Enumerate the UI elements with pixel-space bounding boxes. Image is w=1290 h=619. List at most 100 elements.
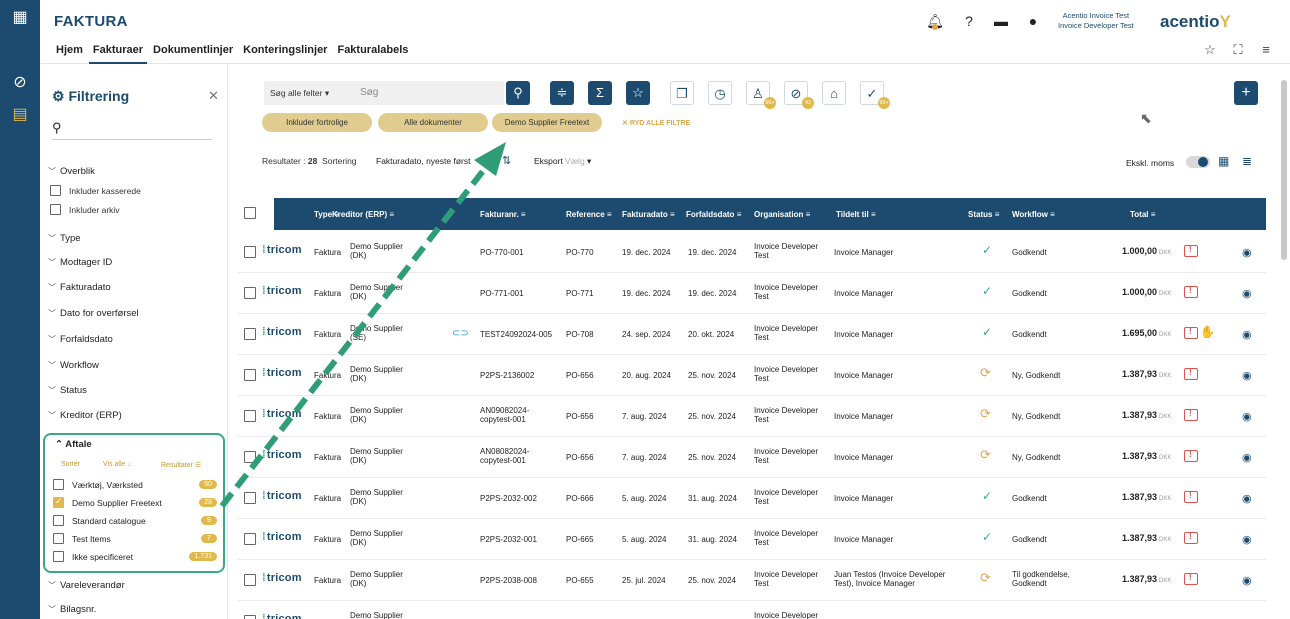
chat-icon[interactable]: ▬ [992,12,1010,30]
table-row[interactable]: ⁞tricom Faktura Demo Supplier (DK) AN0808202… [238,437,1266,478]
checkbox[interactable] [53,533,64,544]
aftale-option[interactable]: Værktøj, Værksted 50 [53,479,217,490]
comment-icon[interactable] [1184,532,1198,544]
checkbox[interactable] [50,185,61,196]
alarm-button[interactable]: ◷ [708,81,732,105]
column-header[interactable]: Tildelt til ≡ [836,210,876,219]
apps-grid-icon[interactable]: ▦ [10,8,30,28]
bank-button[interactable]: ⌂ [822,81,846,105]
comment-icon[interactable] [1184,368,1198,380]
filter-button[interactable]: ≑ [550,81,574,105]
view-eye-icon[interactable]: ◉ [1242,533,1252,546]
row-checkbox[interactable] [244,328,256,340]
aftale-option[interactable]: Demo Supplier Freetext 28 [53,496,217,508]
table-row[interactable]: ⁞tricom Faktura Demo Supplier (DK) P2PS-2038… [238,560,1266,601]
help-icon[interactable]: ? [960,12,978,30]
comment-icon[interactable] [1184,327,1198,339]
filter-section-after-0[interactable]: ﹀ Vareleverandør [48,580,125,591]
checkbox[interactable] [53,479,64,490]
cell-fakturanr[interactable]: P2PS-2136002 [480,371,534,380]
column-header[interactable]: Kreditor (ERP) ≡ [332,210,394,219]
checkbox[interactable] [53,551,64,562]
row-checkbox[interactable] [244,533,256,545]
nav-item-3[interactable]: Konteringslinjer [239,44,331,64]
view-eye-icon[interactable]: ◉ [1242,246,1252,259]
comment-icon[interactable] [1184,409,1198,421]
cell-fakturanr[interactable]: P2PS-2032-002 [480,494,537,503]
nav-item-4[interactable]: Fakturalabels [333,44,412,64]
chip-include-confidential[interactable]: Inkluder fortrolige [262,113,372,132]
row-checkbox[interactable] [244,246,256,258]
column-header[interactable]: Organisation ≡ [754,210,810,219]
hand-icon[interactable]: ✋ [1200,325,1215,339]
fullscreen-icon[interactable]: ⛶ [1230,42,1246,58]
show-all-button[interactable]: Vis alle ↓ [103,461,131,468]
nav-item-1[interactable]: Fakturaer [88,44,148,64]
checkbox[interactable] [53,496,64,508]
sum-button[interactable]: Σ [588,81,612,105]
row-checkbox[interactable] [244,492,256,504]
comment-icon[interactable] [1184,450,1198,462]
cell-fakturanr[interactable]: PO-771-001 [480,289,524,298]
row-checkbox[interactable] [244,451,256,463]
column-menu-icon[interactable]: ≡ [806,210,811,219]
cell-fakturanr[interactable]: PO-770-001 [480,248,524,257]
view-eye-icon[interactable]: ◉ [1242,451,1252,464]
row-checkbox[interactable] [244,574,256,586]
sort-order-icon[interactable]: ⇅ [502,154,511,167]
column-menu-icon[interactable]: ≡ [607,210,612,219]
search-scope-select[interactable]: Søg alle felter ▾ [270,88,329,99]
add-button[interactable]: + [1234,81,1258,105]
results-sort-button[interactable]: Resultater ☰ [161,461,201,469]
block-button[interactable]: ⊘ 42 [784,81,814,109]
overblik-option[interactable]: Inkluder arkiv [50,204,120,215]
sort-button[interactable]: Sortér [61,461,80,468]
filter-section-3[interactable]: ﹀ Fakturadato [48,282,111,293]
user-icon[interactable]: ● [1024,12,1042,30]
column-menu-icon[interactable]: ≡ [995,210,1000,219]
view-eye-icon[interactable]: ◉ [1242,574,1252,587]
table-row[interactable]: ⁞tricom Faktura Demo Supplier (DK) P2PS-2032… [238,478,1266,519]
sort-select[interactable]: Fakturadato, nyeste først [376,156,470,166]
column-header[interactable]: Reference ≡ [566,210,612,219]
filter-section-6[interactable]: ﹀ Workflow [48,360,99,371]
search-input[interactable]: Søg [360,87,378,98]
table-row[interactable]: ⁞tricom Faktura Demo Supplier (SE) TEST24092… [238,314,1266,355]
cell-fakturanr[interactable]: TEST24092024-005 [480,330,552,339]
comment-icon[interactable] [1184,573,1198,585]
scrollbar[interactable] [1281,66,1287,619]
column-header[interactable]: Forfaldsdato ≡ [686,210,741,219]
column-header[interactable]: Fakturanr. ≡ [480,210,526,219]
person-button[interactable]: ♙ 99+ [746,81,776,109]
filter-section-1[interactable]: ﹀ Type [48,233,81,244]
approve-button[interactable]: ✓ 99+ [860,81,890,109]
view-eye-icon[interactable]: ◉ [1242,492,1252,505]
nav-item-0[interactable]: Hjem [52,44,87,64]
cell-fakturanr[interactable]: P2PS-2038-008 [480,576,537,585]
aftale-title[interactable]: ⌃ Aftale [55,439,92,450]
overblik-option[interactable]: Inkluder kasserede [50,185,141,196]
copy-button[interactable]: ❐ [670,81,694,105]
column-header[interactable]: Fakturadato ≡ [622,210,675,219]
filter-section-8[interactable]: ﹀ Kreditor (ERP) [48,410,122,421]
close-icon[interactable]: ✕ [208,88,219,104]
select-all-checkbox[interactable] [244,207,256,219]
column-header[interactable]: Total ≡ [1130,210,1155,219]
clear-filters-button[interactable]: ✕ RYD ALLE FILTRE [622,119,690,127]
row-checkbox[interactable] [244,369,256,381]
attachment-clip-icon[interactable]: ⊂⊃ [452,328,469,339]
favorite-button[interactable]: ☆ [626,81,650,105]
checkbox[interactable] [53,515,64,526]
row-checkbox[interactable] [244,410,256,422]
star-icon[interactable]: ☆ [1202,42,1218,58]
aftale-option[interactable]: Test Items 7 [53,533,217,544]
filter-section-4[interactable]: ﹀ Dato for overførsel [48,308,139,319]
aftale-option[interactable]: Ikke specificeret 1.731 [53,551,217,562]
comment-icon[interactable] [1184,245,1198,257]
view-eye-icon[interactable]: ◉ [1242,328,1252,341]
view-eye-icon[interactable]: ◉ [1242,369,1252,382]
filter-section-after-1[interactable]: ﹀ Bilagsnr. [48,604,96,615]
table-row[interactable]: ⁞tricom Faktura Demo Supplier (DK) PO-770-00… [238,232,1266,273]
column-menu-icon[interactable]: ≡ [521,210,526,219]
compass-icon[interactable]: ⊘ [9,72,31,94]
